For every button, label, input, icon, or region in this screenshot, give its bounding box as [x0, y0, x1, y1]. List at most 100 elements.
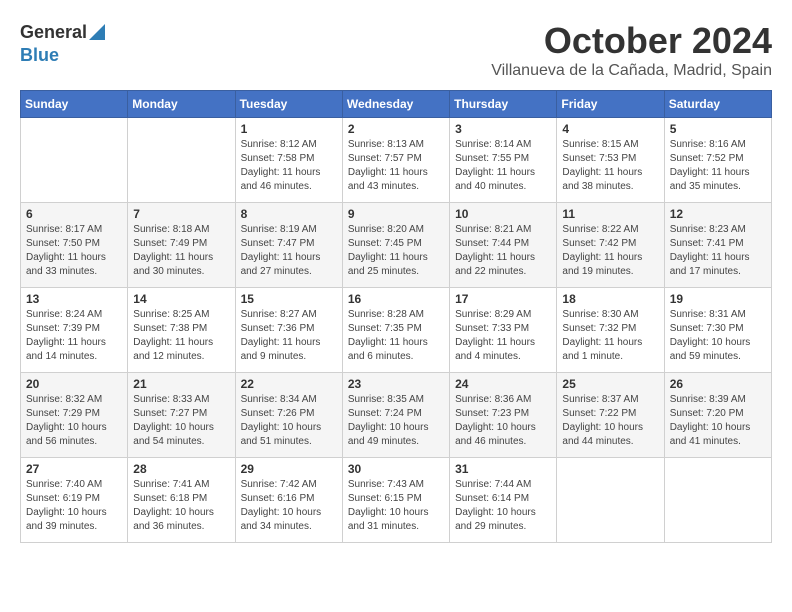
calendar-cell: 31 Sunrise: 7:44 AM Sunset: 6:14 PM Dayli… [450, 458, 557, 543]
day-number: 3 [455, 122, 551, 136]
calendar-cell: 17 Sunrise: 8:29 AM Sunset: 7:33 PM Dayli… [450, 288, 557, 373]
weekday-header-sunday: Sunday [21, 91, 128, 118]
day-number: 18 [562, 292, 658, 306]
calendar-cell: 26Sunrise: 8:39 AM Sunset: 7:20 PM Dayli… [664, 373, 771, 458]
day-info: Sunrise: 8:39 AM Sunset: 7:20 PM Dayligh… [670, 393, 766, 449]
calendar-cell: 27 Sunrise: 7:40 AM Sunset: 6:19 PM Dayli… [21, 458, 128, 543]
day-info: Sunrise: 7:43 AM Sunset: 6:15 PM Dayligh… [348, 478, 444, 534]
day-info: Sunrise: 8:19 AM Sunset: 7:47 PM Dayligh… [241, 223, 337, 279]
calendar-cell: 11 Sunrise: 8:22 AM Sunset: 7:42 PM Dayli… [557, 203, 664, 288]
day-number: 27 [26, 462, 122, 476]
day-info: Sunrise: 8:32 AM Sunset: 7:29 PM Dayligh… [26, 393, 122, 449]
location-title: Villanueva de la Cañada, Madrid, Spain [491, 62, 772, 80]
weekday-header-tuesday: Tuesday [235, 91, 342, 118]
day-number: 22 [241, 377, 337, 391]
day-info: Sunrise: 8:35 AM Sunset: 7:24 PM Dayligh… [348, 393, 444, 449]
day-number: 25 [562, 377, 658, 391]
day-number: 28 [133, 462, 229, 476]
day-info: Sunrise: 7:42 AM Sunset: 6:16 PM Dayligh… [241, 478, 337, 534]
logo-general-text: General [20, 22, 87, 43]
day-info: Sunrise: 7:40 AM Sunset: 6:19 PM Dayligh… [26, 478, 122, 534]
logo-blue-text: Blue [20, 45, 59, 66]
day-info: Sunrise: 8:16 AM Sunset: 7:52 PM Dayligh… [670, 138, 766, 194]
calendar-cell: 1 Sunrise: 8:12 AM Sunset: 7:58 PM Daylig… [235, 118, 342, 203]
day-info: Sunrise: 8:22 AM Sunset: 7:42 PM Dayligh… [562, 223, 658, 279]
day-number: 6 [26, 207, 122, 221]
day-info: Sunrise: 8:30 AM Sunset: 7:32 PM Dayligh… [562, 308, 658, 364]
header: General Blue October 2024 Villanueva de … [20, 20, 772, 80]
day-info: Sunrise: 8:24 AM Sunset: 7:39 PM Dayligh… [26, 308, 122, 364]
calendar-cell: 28 Sunrise: 7:41 AM Sunset: 6:18 PM Dayli… [128, 458, 235, 543]
day-number: 14 [133, 292, 229, 306]
day-info: Sunrise: 8:28 AM Sunset: 7:35 PM Dayligh… [348, 308, 444, 364]
day-number: 7 [133, 207, 229, 221]
day-number: 17 [455, 292, 551, 306]
calendar-cell [21, 118, 128, 203]
calendar-cell: 20 Sunrise: 8:32 AM Sunset: 7:29 PM Dayli… [21, 373, 128, 458]
day-info: Sunrise: 8:18 AM Sunset: 7:49 PM Dayligh… [133, 223, 229, 279]
day-number: 8 [241, 207, 337, 221]
day-info: Sunrise: 8:23 AM Sunset: 7:41 PM Dayligh… [670, 223, 766, 279]
day-number: 20 [26, 377, 122, 391]
week-row-4: 20 Sunrise: 8:32 AM Sunset: 7:29 PM Dayli… [21, 373, 772, 458]
calendar-cell: 8 Sunrise: 8:19 AM Sunset: 7:47 PM Daylig… [235, 203, 342, 288]
calendar-cell: 15Sunrise: 8:27 AM Sunset: 7:36 PM Dayli… [235, 288, 342, 373]
weekday-header-wednesday: Wednesday [342, 91, 449, 118]
day-number: 30 [348, 462, 444, 476]
day-number: 12 [670, 207, 766, 221]
calendar-cell: 18 Sunrise: 8:30 AM Sunset: 7:32 PM Dayli… [557, 288, 664, 373]
calendar-cell: 14Sunrise: 8:25 AM Sunset: 7:38 PM Dayli… [128, 288, 235, 373]
day-number: 1 [241, 122, 337, 136]
calendar-cell: 12 Sunrise: 8:23 AM Sunset: 7:41 PM Dayli… [664, 203, 771, 288]
day-info: Sunrise: 8:27 AM Sunset: 7:36 PM Dayligh… [241, 308, 337, 364]
calendar-cell: 2Sunrise: 8:13 AM Sunset: 7:57 PM Daylig… [342, 118, 449, 203]
day-info: Sunrise: 8:37 AM Sunset: 7:22 PM Dayligh… [562, 393, 658, 449]
day-number: 11 [562, 207, 658, 221]
calendar-cell: 19Sunrise: 8:31 AM Sunset: 7:30 PM Dayli… [664, 288, 771, 373]
day-info: Sunrise: 8:17 AM Sunset: 7:50 PM Dayligh… [26, 223, 122, 279]
day-info: Sunrise: 8:33 AM Sunset: 7:27 PM Dayligh… [133, 393, 229, 449]
logo: General Blue [20, 20, 105, 66]
weekday-header-row: SundayMondayTuesdayWednesdayThursdayFrid… [21, 91, 772, 118]
day-info: Sunrise: 8:29 AM Sunset: 7:33 PM Dayligh… [455, 308, 551, 364]
week-row-1: 1 Sunrise: 8:12 AM Sunset: 7:58 PM Daylig… [21, 118, 772, 203]
calendar-cell: 21Sunrise: 8:33 AM Sunset: 7:27 PM Dayli… [128, 373, 235, 458]
week-row-2: 6 Sunrise: 8:17 AM Sunset: 7:50 PM Daylig… [21, 203, 772, 288]
calendar-cell: 16Sunrise: 8:28 AM Sunset: 7:35 PM Dayli… [342, 288, 449, 373]
calendar-cell: 22 Sunrise: 8:34 AM Sunset: 7:26 PM Dayli… [235, 373, 342, 458]
calendar-cell: 10 Sunrise: 8:21 AM Sunset: 7:44 PM Dayli… [450, 203, 557, 288]
day-info: Sunrise: 8:15 AM Sunset: 7:53 PM Dayligh… [562, 138, 658, 194]
week-row-5: 27 Sunrise: 7:40 AM Sunset: 6:19 PM Dayli… [21, 458, 772, 543]
calendar-cell: 7 Sunrise: 8:18 AM Sunset: 7:49 PM Daylig… [128, 203, 235, 288]
calendar-cell: 4Sunrise: 8:15 AM Sunset: 7:53 PM Daylig… [557, 118, 664, 203]
day-info: Sunrise: 8:13 AM Sunset: 7:57 PM Dayligh… [348, 138, 444, 194]
day-number: 29 [241, 462, 337, 476]
calendar-cell: 13Sunrise: 8:24 AM Sunset: 7:39 PM Dayli… [21, 288, 128, 373]
title-section: October 2024 Villanueva de la Cañada, Ma… [491, 20, 772, 80]
day-info: Sunrise: 8:12 AM Sunset: 7:58 PM Dayligh… [241, 138, 337, 194]
day-info: Sunrise: 8:14 AM Sunset: 7:55 PM Dayligh… [455, 138, 551, 194]
day-info: Sunrise: 7:41 AM Sunset: 6:18 PM Dayligh… [133, 478, 229, 534]
week-row-3: 13Sunrise: 8:24 AM Sunset: 7:39 PM Dayli… [21, 288, 772, 373]
calendar-cell: 9 Sunrise: 8:20 AM Sunset: 7:45 PM Daylig… [342, 203, 449, 288]
weekday-header-saturday: Saturday [664, 91, 771, 118]
calendar-cell [664, 458, 771, 543]
month-title: October 2024 [491, 20, 772, 62]
calendar-cell: 6 Sunrise: 8:17 AM Sunset: 7:50 PM Daylig… [21, 203, 128, 288]
day-number: 31 [455, 462, 551, 476]
logo-icon [89, 20, 105, 40]
weekday-header-friday: Friday [557, 91, 664, 118]
day-info: Sunrise: 8:34 AM Sunset: 7:26 PM Dayligh… [241, 393, 337, 449]
day-info: Sunrise: 8:31 AM Sunset: 7:30 PM Dayligh… [670, 308, 766, 364]
day-info: Sunrise: 8:36 AM Sunset: 7:23 PM Dayligh… [455, 393, 551, 449]
calendar-cell: 30 Sunrise: 7:43 AM Sunset: 6:15 PM Dayli… [342, 458, 449, 543]
day-number: 5 [670, 122, 766, 136]
day-number: 10 [455, 207, 551, 221]
calendar-cell: 25 Sunrise: 8:37 AM Sunset: 7:22 PM Dayli… [557, 373, 664, 458]
day-info: Sunrise: 8:21 AM Sunset: 7:44 PM Dayligh… [455, 223, 551, 279]
day-info: Sunrise: 7:44 AM Sunset: 6:14 PM Dayligh… [455, 478, 551, 534]
calendar-cell: 3 Sunrise: 8:14 AM Sunset: 7:55 PM Daylig… [450, 118, 557, 203]
calendar-table: SundayMondayTuesdayWednesdayThursdayFrid… [20, 90, 772, 543]
day-number: 9 [348, 207, 444, 221]
day-info: Sunrise: 8:20 AM Sunset: 7:45 PM Dayligh… [348, 223, 444, 279]
